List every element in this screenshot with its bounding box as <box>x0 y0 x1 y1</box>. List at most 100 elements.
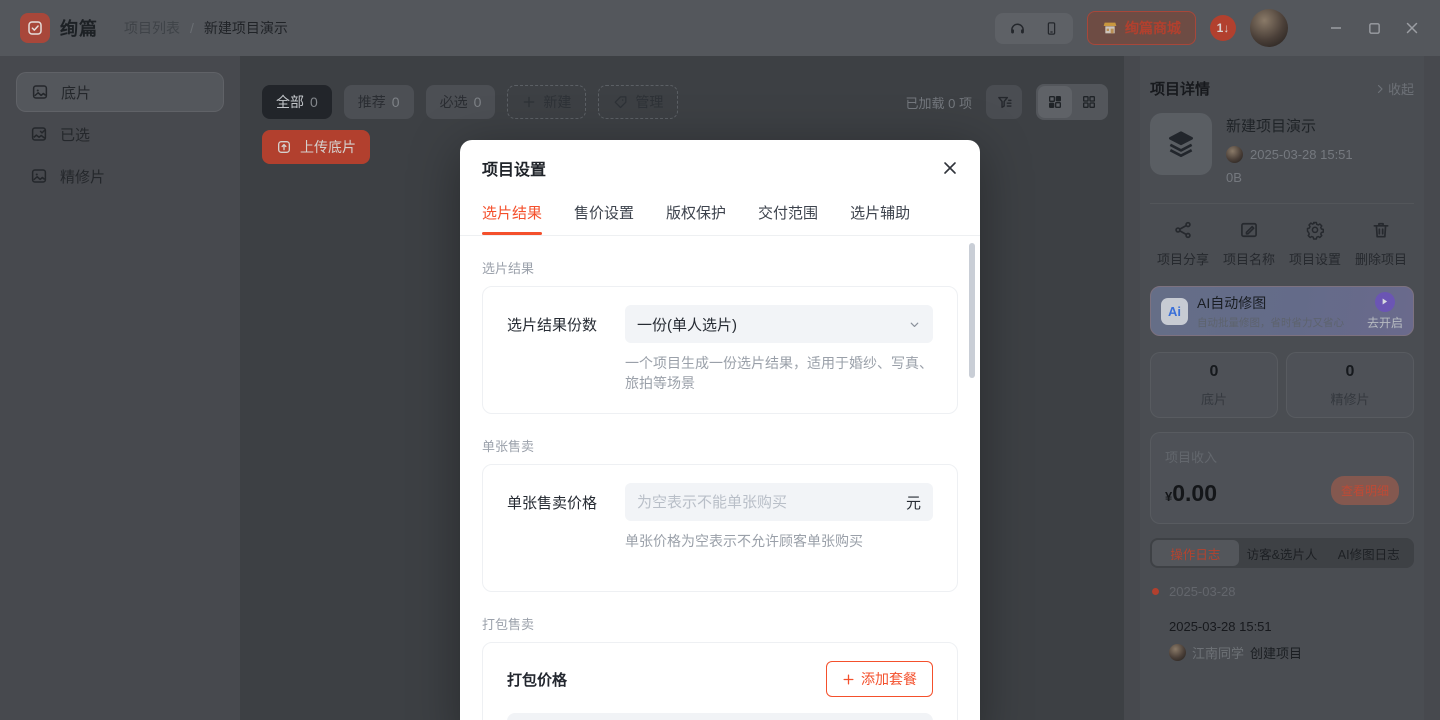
modal-scrollbar-thumb[interactable] <box>969 243 975 378</box>
app-logo-icon <box>20 13 50 43</box>
view-mode-switch <box>1036 84 1108 120</box>
delete-project-button[interactable]: 删除项目 <box>1348 220 1414 268</box>
action-label: 项目分享 <box>1157 249 1209 268</box>
photo-toolbar: 全部 0 推荐 0 必选 0 新建 管理 已加载 0 项 <box>262 84 1108 120</box>
single-help-text: 单张价格为空表示不允许顾客单张购买 <box>625 531 933 551</box>
select-value: 一份(单人选片) <box>637 314 737 335</box>
sidebar-item-retouched[interactable]: 精修片 <box>16 156 224 196</box>
project-actions: 项目分享 项目名称 项目设置 删除项目 <box>1150 203 1414 282</box>
manage-button[interactable]: 管理 <box>598 85 678 119</box>
modal-body: 选片结果 选片结果份数 一份(单人选片) 一个项目生成一份选片结果，适用于婚纱、… <box>460 258 980 720</box>
sidebar-item-label: 精修片 <box>60 166 105 187</box>
user-avatar[interactable] <box>1250 9 1288 47</box>
single-price-input[interactable] <box>637 494 906 511</box>
filter-required[interactable]: 必选 0 <box>426 85 496 119</box>
manage-label: 管理 <box>635 92 663 112</box>
sidebar-item-negatives[interactable]: 底片 <box>16 72 224 112</box>
package-card: 打包价格 添加套餐 暂未添加打包套餐 打包套餐适用于二销或在线打包销售场景 <box>482 642 958 720</box>
add-package-label: 添加套餐 <box>861 669 917 689</box>
sidebar-item-label: 已选 <box>60 124 90 145</box>
minimize-button[interactable] <box>1328 20 1344 36</box>
support-group <box>995 13 1073 44</box>
tab-delivery-scope[interactable]: 交付范围 <box>758 192 818 235</box>
stat-retouched[interactable]: 0 精修片 <box>1286 352 1414 418</box>
project-created-time: 2025-03-28 15:51 <box>1250 147 1353 162</box>
filter-recommended[interactable]: 推荐 0 <box>344 85 414 119</box>
action-label: 项目名称 <box>1223 249 1275 268</box>
timeline-dot <box>1152 588 1159 595</box>
stat-label: 底片 <box>1201 389 1227 408</box>
trash-icon <box>1371 220 1391 240</box>
tab-selection-assist[interactable]: 选片辅助 <box>850 192 910 235</box>
chevron-right-icon <box>1374 83 1386 95</box>
gear-icon <box>1305 220 1325 240</box>
modal-title: 项目设置 <box>482 156 546 180</box>
filter-label: 全部 <box>276 92 304 112</box>
filter-label: 必选 <box>440 92 468 112</box>
rename-project-button[interactable]: 项目名称 <box>1216 220 1282 268</box>
close-window-button[interactable] <box>1404 20 1420 36</box>
panel-title: 项目详情 <box>1150 78 1210 99</box>
filter-label: 推荐 <box>358 92 386 112</box>
chevron-down-icon <box>908 318 921 331</box>
grid-view-button[interactable] <box>1038 86 1072 118</box>
stat-value: 0 <box>1346 363 1355 381</box>
filter-funnel-button[interactable] <box>986 85 1022 119</box>
ai-retouch-banner[interactable]: Ai AI自动修图 自动批量修图，省时省力又省心 去开启 <box>1150 286 1414 336</box>
tab-selection-result[interactable]: 选片结果 <box>482 192 542 235</box>
close-modal-button[interactable] <box>942 160 958 176</box>
breadcrumb-separator: / <box>190 20 194 36</box>
store-button-label: 绚篇商城 <box>1125 18 1181 38</box>
project-stats: 0 底片 0 精修片 <box>1150 352 1414 418</box>
income-card: 项目收入 ¥0.00 查看明细 <box>1150 432 1414 524</box>
add-package-button[interactable]: 添加套餐 <box>826 661 933 697</box>
result-count-select[interactable]: 一份(单人选片) <box>625 305 933 343</box>
single-price-label: 单张售卖价格 <box>507 492 625 513</box>
tab-pricing[interactable]: 售价设置 <box>574 192 634 235</box>
new-group-button[interactable]: 新建 <box>507 85 586 119</box>
play-icon[interactable] <box>1375 292 1395 312</box>
project-settings-button[interactable]: 项目设置 <box>1282 220 1348 268</box>
stat-label: 精修片 <box>1330 389 1369 408</box>
ai-banner-desc: 自动批量修图，省时省力又省心 <box>1197 315 1358 330</box>
edit-icon <box>1239 220 1259 240</box>
image-check-icon <box>30 125 48 143</box>
collapse-button[interactable]: 收起 <box>1374 79 1414 98</box>
tab-ai-log[interactable]: AI修图日志 <box>1325 540 1412 566</box>
new-group-label: 新建 <box>543 92 571 112</box>
log-time: 2025-03-28 15:51 <box>1169 619 1414 634</box>
filter-count: 0 <box>474 94 482 110</box>
collapse-label: 收起 <box>1388 79 1414 98</box>
tab-operation-log[interactable]: 操作日志 <box>1152 540 1239 566</box>
breadcrumb-project-list[interactable]: 项目列表 <box>124 18 180 38</box>
plus-icon <box>842 673 855 686</box>
log-user-avatar <box>1169 644 1186 661</box>
transfer-badge[interactable]: 1↓ <box>1210 15 1236 41</box>
tab-copyright[interactable]: 版权保护 <box>666 192 726 235</box>
mobile-app-icon[interactable] <box>1044 20 1059 37</box>
section-label-single: 单张售卖 <box>482 436 958 455</box>
section-label-result: 选片结果 <box>482 258 958 277</box>
filter-count: 0 <box>310 94 318 110</box>
store-button[interactable]: 绚篇商城 <box>1087 11 1196 45</box>
layers-icon <box>1150 113 1212 175</box>
stat-negatives[interactable]: 0 底片 <box>1150 352 1278 418</box>
stat-value: 0 <box>1210 363 1219 381</box>
funnel-icon <box>996 94 1013 111</box>
small-grid-view-button[interactable] <box>1072 86 1106 118</box>
topbar: 绚篇 项目列表 / 新建项目演示 绚篇商城 1↓ <box>0 0 1440 56</box>
breadcrumb: 项目列表 / 新建项目演示 <box>124 18 288 38</box>
view-details-button[interactable]: 查看明细 <box>1331 476 1399 505</box>
filter-all[interactable]: 全部 0 <box>262 85 332 119</box>
tab-visitors[interactable]: 访客&选片人 <box>1239 540 1326 566</box>
log-tab-bar: 操作日志 访客&选片人 AI修图日志 <box>1150 538 1414 568</box>
share-project-button[interactable]: 项目分享 <box>1150 220 1216 268</box>
package-price-label: 打包价格 <box>507 669 567 690</box>
result-card: 选片结果份数 一份(单人选片) 一个项目生成一份选片结果，适用于婚纱、写真、旅拍… <box>482 286 958 414</box>
sidebar-item-selected[interactable]: 已选 <box>16 114 224 154</box>
ai-enable-link[interactable]: 去开启 <box>1367 314 1403 331</box>
maximize-button[interactable] <box>1366 20 1382 36</box>
headset-icon[interactable] <box>1009 20 1026 37</box>
upload-negatives-button[interactable]: 上传底片 <box>262 130 370 164</box>
result-count-label: 选片结果份数 <box>507 314 625 335</box>
